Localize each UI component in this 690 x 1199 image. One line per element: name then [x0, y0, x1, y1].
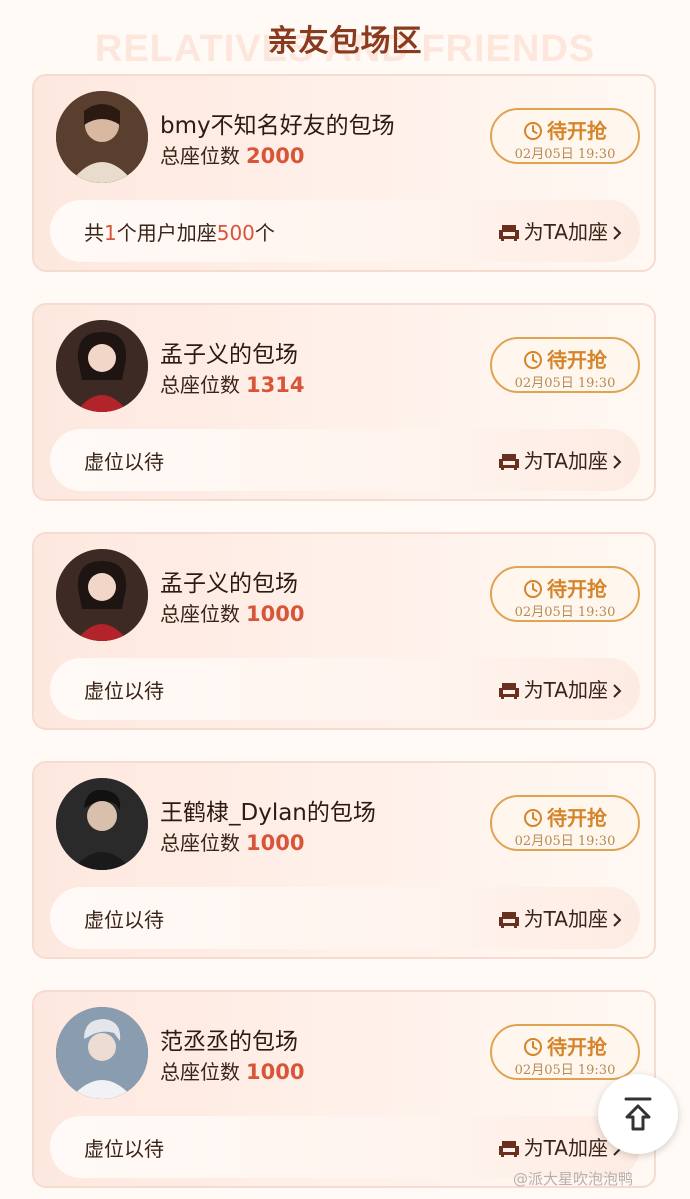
info-part: 个用户加座: [116, 221, 217, 245]
start-time: 02月05日 19:30: [514, 605, 616, 620]
clock-icon: [524, 580, 542, 598]
pending-grab-button[interactable]: 待开抢 02月05日 19:30: [490, 337, 640, 393]
total-seats: 总座位数 1000: [160, 598, 304, 627]
chevron-right-icon: [613, 684, 622, 698]
start-time: 02月05日 19:30: [514, 834, 616, 849]
add-seat-label: 为TA加座: [523, 907, 608, 931]
seat-info-text: 虚位以待: [84, 679, 164, 703]
pending-grab-button[interactable]: 待开抢 02月05日 19:30: [490, 566, 640, 622]
back-to-top-icon: [624, 1097, 652, 1131]
booking-owner-name: 孟子义的包场: [160, 342, 298, 368]
avatar[interactable]: [56, 549, 148, 641]
booking-owner-name: bmy不知名好友的包场: [160, 113, 395, 139]
sofa-icon: [498, 225, 519, 241]
info-part: 个: [254, 221, 275, 245]
pending-grab-button[interactable]: 待开抢 02月05日 19:30: [490, 795, 640, 851]
booking-owner-name: 孟子义的包场: [160, 571, 298, 597]
add-seat-button[interactable]: 为TA加座: [498, 674, 622, 703]
seat-info-row: 虚位以待 为TA加座: [50, 429, 640, 491]
add-seat-button[interactable]: 为TA加座: [498, 216, 622, 245]
total-seats: 总座位数 1000: [160, 827, 304, 856]
start-time: 02月05日 19:30: [514, 1063, 616, 1078]
seat-info-row: 虚位以待 为TA加座: [50, 658, 640, 720]
booking-card: 孟子义的包场 总座位数 1314 待开抢 02月05日 19:30 虚位以待 为T…: [32, 303, 656, 501]
total-seats-value: 1000: [246, 831, 305, 855]
pending-status: 待开抢: [492, 573, 638, 602]
seat-info-row: 共1个用户加座500个 为TA加座: [50, 200, 640, 262]
pending-status-label: 待开抢: [547, 1035, 607, 1059]
add-seat-label: 为TA加座: [523, 449, 608, 473]
total-seats-label: 总座位数: [160, 1060, 240, 1084]
add-seat-button[interactable]: 为TA加座: [498, 903, 622, 932]
start-time: 02月05日 19:30: [514, 376, 616, 391]
total-seats-value: 1000: [246, 602, 305, 626]
booking-owner-name: 王鹤棣_Dylan的包场: [160, 800, 376, 826]
sofa-icon: [498, 454, 519, 470]
seat-info-row: 虚位以待 为TA加座: [50, 887, 640, 949]
pending-status-label: 待开抢: [547, 806, 607, 830]
booking-card: 王鹤棣_Dylan的包场 总座位数 1000 待开抢 02月05日 19:30 虚…: [32, 761, 656, 959]
sofa-icon: [498, 912, 519, 928]
clock-icon: [524, 809, 542, 827]
pending-grab-button[interactable]: 待开抢 02月05日 19:30: [490, 108, 640, 164]
pending-grab-button[interactable]: 待开抢 02月05日 19:30: [490, 1024, 640, 1080]
avatar[interactable]: [56, 320, 148, 412]
clock-icon: [524, 351, 542, 369]
avatar[interactable]: [56, 1007, 148, 1099]
add-seat-label: 为TA加座: [523, 678, 608, 702]
booking-card: 孟子义的包场 总座位数 1000 待开抢 02月05日 19:30 虚位以待 为T…: [32, 532, 656, 730]
pending-status: 待开抢: [492, 115, 638, 144]
clock-icon: [524, 122, 542, 140]
pending-status-label: 待开抢: [547, 577, 607, 601]
total-seats-value: 1314: [246, 373, 305, 397]
total-seats-value: 1000: [246, 1060, 305, 1084]
add-seat-button[interactable]: 为TA加座: [498, 1132, 622, 1161]
add-seat-button[interactable]: 为TA加座: [498, 445, 622, 474]
total-seats-label: 总座位数: [160, 831, 240, 855]
source-watermark: @派大星吹泡泡鸭: [513, 1170, 634, 1188]
add-seat-label: 为TA加座: [523, 1136, 608, 1160]
total-seats-value: 2000: [246, 144, 305, 168]
total-seats: 总座位数 1000: [160, 1056, 304, 1085]
added-seats-count: 500: [216, 221, 255, 245]
sofa-icon: [498, 1141, 519, 1157]
total-seats-label: 总座位数: [160, 144, 240, 168]
section-title: 亲友包场区: [267, 24, 423, 59]
info-part: 共: [84, 221, 104, 245]
total-seats-label: 总座位数: [160, 602, 240, 626]
total-seats: 总座位数 2000: [160, 140, 304, 169]
booking-owner-name: 范丞丞的包场: [160, 1029, 298, 1055]
pending-status: 待开抢: [492, 802, 638, 831]
pending-status: 待开抢: [492, 344, 638, 373]
section-header: RELATIVES AND FRIENDS 亲友包场区: [0, 0, 690, 74]
back-to-top-button[interactable]: [598, 1074, 678, 1154]
start-time: 02月05日 19:30: [514, 147, 616, 162]
pending-status-label: 待开抢: [547, 348, 607, 372]
chevron-right-icon: [613, 913, 622, 927]
add-seat-label: 为TA加座: [523, 220, 608, 244]
user-count: 1: [104, 221, 117, 245]
total-seats-label: 总座位数: [160, 373, 240, 397]
clock-icon: [524, 1038, 542, 1056]
seat-info-text: 共1个用户加座500个: [84, 217, 275, 246]
booking-card: bmy不知名好友的包场 总座位数 2000 待开抢 02月05日 19:30 共1…: [32, 74, 656, 272]
avatar[interactable]: [56, 778, 148, 870]
chevron-right-icon: [613, 226, 622, 240]
booking-card: 范丞丞的包场 总座位数 1000 待开抢 02月05日 19:30 虚位以待 为T…: [32, 990, 656, 1188]
total-seats: 总座位数 1314: [160, 369, 304, 398]
pending-status: 待开抢: [492, 1031, 638, 1060]
seat-info-text: 虚位以待: [84, 908, 164, 932]
pending-status-label: 待开抢: [547, 119, 607, 143]
seat-info-text: 虚位以待: [84, 450, 164, 474]
avatar[interactable]: [56, 91, 148, 183]
chevron-right-icon: [613, 455, 622, 469]
seat-info-text: 虚位以待: [84, 1137, 164, 1161]
sofa-icon: [498, 683, 519, 699]
